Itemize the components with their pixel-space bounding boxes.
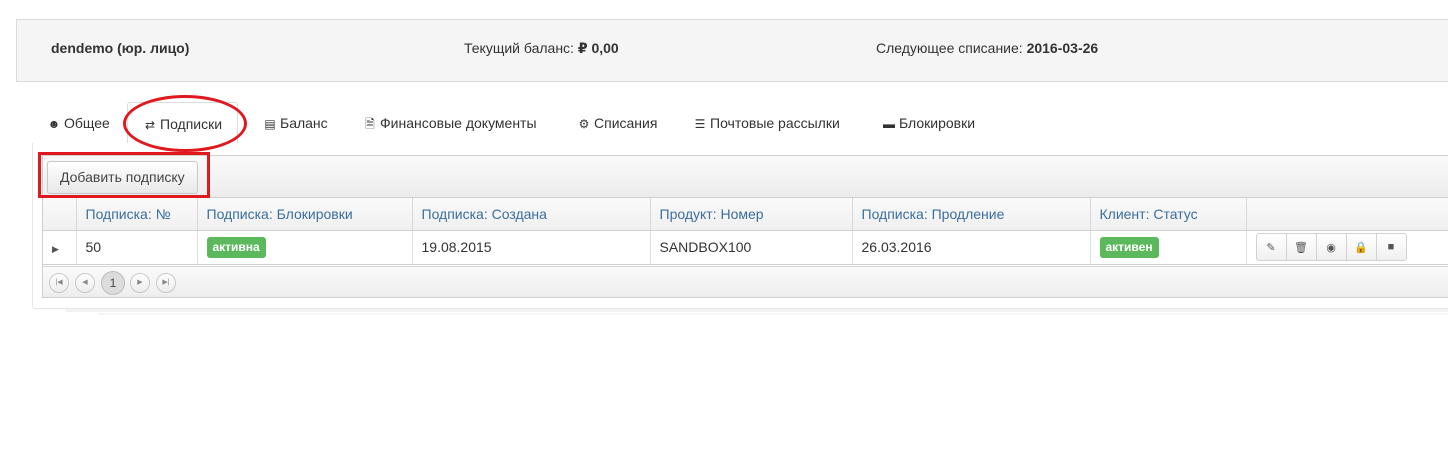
cell-blocks: активна <box>197 230 413 265</box>
balance-label: Текущий баланс: <box>464 40 574 56</box>
tab-label: Баланс <box>280 115 328 131</box>
cell-renewal: 26.03.2016 <box>852 230 1091 265</box>
subscriptions-grid: Добавить подписку Подписка: № Подписка: … <box>42 155 1448 298</box>
account-name: dendemo (юр. лицо) <box>51 40 190 56</box>
last-page-icon[interactable]: ▶| <box>156 273 176 293</box>
minus-square-icon: ▬ <box>883 117 895 131</box>
cell-id: 50 <box>76 230 198 265</box>
next-charge-value: 2016-03-26 <box>1026 40 1099 56</box>
tab-label: Финансовые документы <box>380 115 537 131</box>
table-row: ▶ 50 активна 19.08.2015 SANDBOX100 26.03… <box>43 230 1448 265</box>
cell-actions: ✎ 🗑 ◉ 🔒 ■ <box>1246 230 1448 265</box>
column-header-expand <box>43 198 77 231</box>
tab-label: Общее <box>64 115 110 131</box>
highlight-circle <box>123 95 247 152</box>
status-badge: активен <box>1099 236 1159 258</box>
highlight-box <box>38 152 210 198</box>
tab-label: Списания <box>594 115 658 131</box>
trash-icon[interactable]: 🗑 <box>1285 233 1317 261</box>
panel-shadow <box>98 313 1448 315</box>
table-header-row: Подписка: № Подписка: Блокировки Подписк… <box>43 198 1448 231</box>
file-icon: 🗎 <box>365 117 375 131</box>
column-header-created[interactable]: Подписка: Создана <box>412 198 651 231</box>
next-charge-info: Следующее списание: 2016-03-26 <box>876 40 1098 56</box>
column-header-blocks[interactable]: Подписка: Блокировки <box>197 198 413 231</box>
list-icon: ☰ <box>694 117 706 131</box>
balance-info: Текущий баланс: ₽ 0,00 <box>464 40 619 57</box>
tab-label: Блокировки <box>899 115 976 131</box>
column-header-id[interactable]: Подписка: № <box>76 198 198 231</box>
column-header-product[interactable]: Продукт: Номер <box>650 198 853 231</box>
row-actions: ✎ 🗑 ◉ 🔒 ■ <box>1255 233 1443 261</box>
cell-created: 19.08.2015 <box>412 230 651 265</box>
account-info-bar: dendemo (юр. лицо) Текущий баланс: ₽ 0,0… <box>16 19 1448 82</box>
grid-toolbar: Добавить подписку <box>43 156 1448 198</box>
tab-charges[interactable]: ⚙ Списания <box>562 102 672 144</box>
column-header-actions <box>1246 198 1448 231</box>
pager: |◀ ◀ 1 ▶ ▶| <box>43 266 1448 297</box>
caret-right-icon[interactable]: ▶ <box>52 244 59 254</box>
tab-general[interactable]: ☻ Общее <box>32 102 125 144</box>
tab-financial-documents[interactable]: 🗎 Финансовые документы <box>348 102 552 144</box>
column-header-renewal[interactable]: Подписка: Продление <box>852 198 1091 231</box>
stop-icon[interactable]: ■ <box>1375 233 1407 261</box>
first-page-icon[interactable]: |◀ <box>49 273 69 293</box>
current-page[interactable]: 1 <box>101 271 125 295</box>
next-charge-label: Следующее списание: <box>876 40 1023 56</box>
tab-label: Почтовые рассылки <box>710 115 840 131</box>
status-badge: активна <box>206 236 266 258</box>
subscriptions-table: Подписка: № Подписка: Блокировки Подписк… <box>43 198 1448 265</box>
prev-page-icon[interactable]: ◀ <box>75 273 95 293</box>
panel-shadow <box>66 309 1448 312</box>
tab-mailings[interactable]: ☰ Почтовые рассылки <box>678 102 855 144</box>
money-icon: ▤ <box>264 117 276 131</box>
column-header-client-status[interactable]: Клиент: Статус <box>1090 198 1247 231</box>
gear-icon: ⚙ <box>578 117 590 131</box>
cell-product: SANDBOX100 <box>650 230 853 265</box>
edit-icon[interactable]: ✎ <box>1255 233 1287 261</box>
next-page-icon[interactable]: ▶ <box>130 273 150 293</box>
dashboard-icon[interactable]: ◉ <box>1315 233 1347 261</box>
cell-client-status: активен <box>1090 230 1247 265</box>
tab-balance[interactable]: ▤ Баланс <box>248 102 343 144</box>
lock-icon[interactable]: 🔒 <box>1345 233 1377 261</box>
balance-value: ₽ 0,00 <box>577 40 619 56</box>
tab-blocks[interactable]: ▬ Блокировки <box>867 102 990 144</box>
user-icon: ☻ <box>47 117 61 131</box>
row-expander[interactable]: ▶ <box>43 230 77 265</box>
